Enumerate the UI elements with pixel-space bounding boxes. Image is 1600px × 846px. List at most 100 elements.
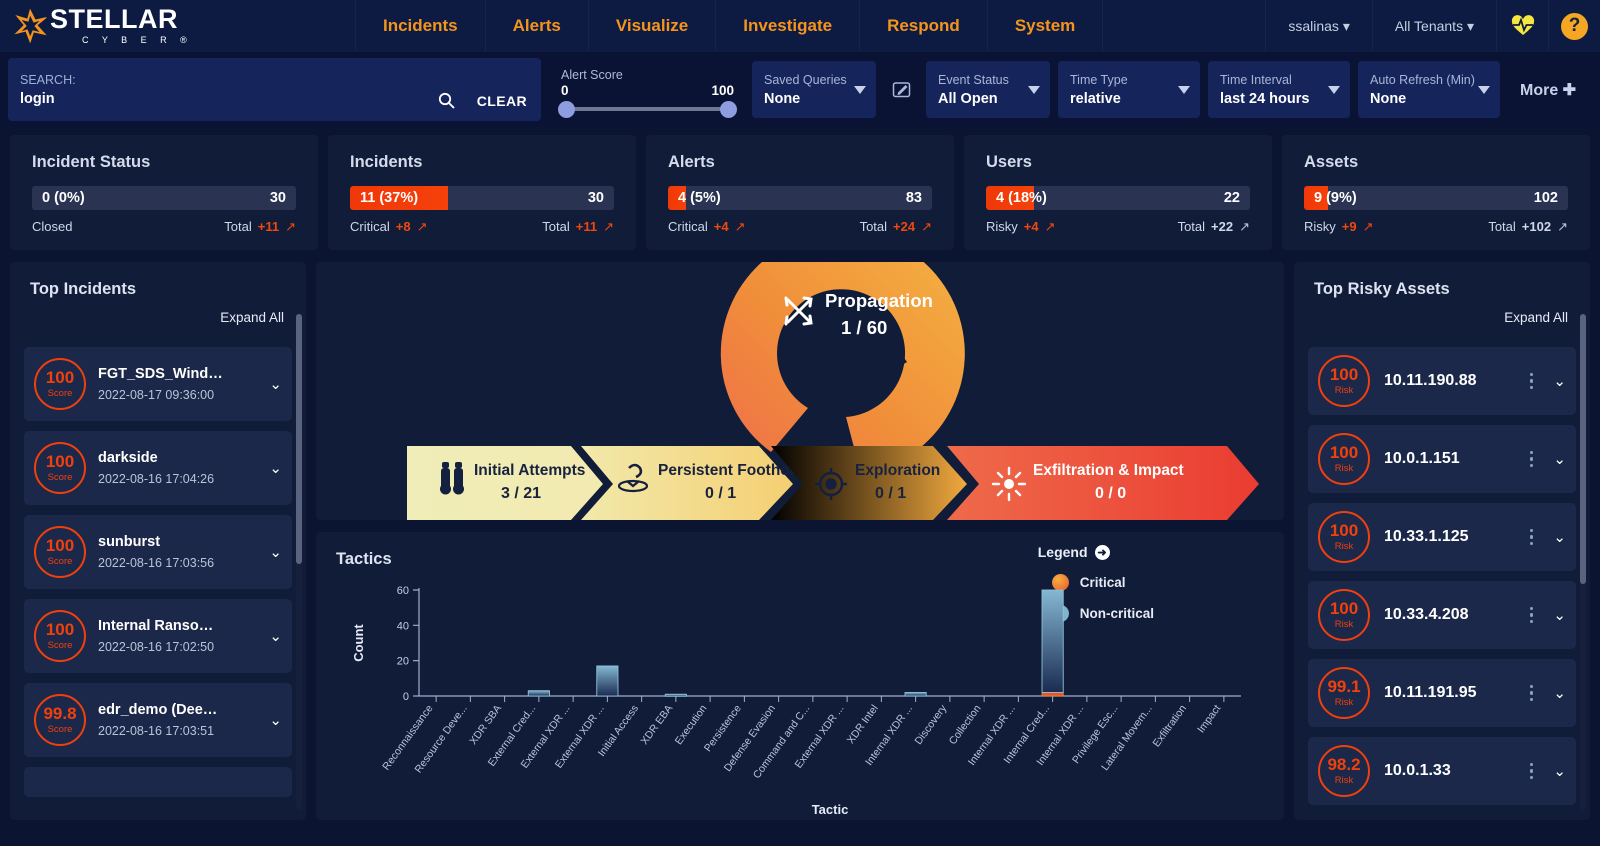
tenant-menu[interactable]: All Tenants ▾ <box>1371 0 1496 52</box>
chevron-down-icon[interactable]: ⌄ <box>1545 684 1566 702</box>
chevron-down-icon[interactable] <box>854 85 866 94</box>
asset-list-item[interactable]: 98.2 Risk 10.0.1.33 ⌄ <box>1308 737 1576 805</box>
top-incidents-list[interactable]: 100 Score FGT_SDS_Wind… 2022-08-17 09:36… <box>10 347 306 820</box>
alert-score-min-handle[interactable] <box>558 100 575 118</box>
user-menu[interactable]: ssalinas ▾ <box>1265 0 1372 52</box>
kpi-card-incidents[interactable]: Incidents 11 (37%) 30 Critical +8 ↗ Tota… <box>328 135 636 250</box>
incident-list-item[interactable]: 100 Score darkside 2022-08-16 17:04:26 ⌄ <box>24 431 292 505</box>
chevron-down-icon[interactable]: ⌄ <box>1545 762 1566 780</box>
incident-score-value: 100 <box>45 452 75 471</box>
nav-item-system[interactable]: System <box>988 0 1104 52</box>
trend-up-icon: ↗ <box>1557 219 1568 234</box>
incident-list-item[interactable]: 99.8 Score edr_demo (Dee… 2022-08-16 17:… <box>24 683 292 757</box>
kpi-card-assets[interactable]: Assets 9 (9%) 102 Risky +9 ↗ Total +102 … <box>1282 135 1590 250</box>
main-nav-items: Incidents Alerts Visualize Investigate R… <box>355 0 1104 52</box>
x-tick-label: Impact <box>1195 703 1223 736</box>
bar-segment-noncritical[interactable] <box>596 665 619 697</box>
bar-segment-noncritical[interactable] <box>664 693 687 697</box>
alert-score-filter[interactable]: Alert Score 0 100 <box>549 58 744 121</box>
kpi-card-users[interactable]: Users 4 (18%) 22 Risky +4 ↗ Total +22 ↗ <box>964 135 1272 250</box>
kpi-3-footer-right: Total +22 ↗ <box>1178 219 1250 234</box>
chevron-down-icon[interactable]: ⌄ <box>1545 606 1566 624</box>
top-incidents-panel: Top Incidents Expand All 100 Score FGT_S… <box>10 262 306 820</box>
incident-list-item[interactable]: 100 Score Internal Ranso… 2022-08-16 17:… <box>24 599 292 673</box>
asset-list-item[interactable]: 100 Risk 10.0.1.151 ⌄ <box>1308 425 1576 493</box>
chevron-down-icon[interactable] <box>1028 85 1040 94</box>
top-risky-assets-list[interactable]: 100 Risk 10.11.190.88 ⌄ 100 Risk 10.0.1.… <box>1294 347 1590 820</box>
incident-list-item[interactable]: 100 Score sunburst 2022-08-16 17:03:56 ⌄ <box>24 515 292 589</box>
clear-search-button[interactable]: CLEAR <box>477 93 527 109</box>
bar-segment-noncritical[interactable] <box>904 692 927 697</box>
stage-persistent-foothold[interactable]: Persistent Foothold 0 / 1 <box>581 446 804 520</box>
nav-item-respond[interactable]: Respond <box>860 0 988 52</box>
brand-logo[interactable]: STELLAR C Y B E R ® <box>0 6 215 45</box>
auto-refresh-dropdown[interactable]: Auto Refresh (Min) None <box>1358 61 1500 118</box>
time-interval-dropdown[interactable]: Time Interval last 24 hours <box>1208 61 1350 118</box>
asset-actions-menu-icon[interactable] <box>1518 762 1546 780</box>
asset-risk-value: 98.2 <box>1327 755 1361 774</box>
chevron-down-icon[interactable]: ⌄ <box>1545 450 1566 468</box>
search-icon[interactable] <box>438 92 455 109</box>
chevron-down-icon[interactable]: ⌄ <box>261 627 282 645</box>
asset-risk-ring: 100 Risk <box>1318 355 1370 407</box>
nav-item-investigate[interactable]: Investigate <box>716 0 861 52</box>
chevron-down-icon[interactable] <box>1178 85 1190 94</box>
legend-title[interactable]: Legend ➜ <box>1038 544 1154 560</box>
chevron-down-icon[interactable]: ⌄ <box>1545 528 1566 546</box>
asset-list-item[interactable]: 100 Risk 10.11.190.88 ⌄ <box>1308 347 1576 415</box>
top-assets-expand-all[interactable]: Expand All <box>1504 310 1568 325</box>
kpi-4-left-label: Risky <box>1304 219 1336 234</box>
kpi-4-footer-right: Total +102 ↗ <box>1488 219 1568 234</box>
stage-initial-attempts[interactable]: Initial Attempts 3 / 21 <box>407 446 603 520</box>
bar-segment-noncritical[interactable] <box>1041 589 1064 693</box>
incident-timestamp: 2022-08-16 17:02:50 <box>98 640 215 654</box>
asset-list-item[interactable]: 100 Risk 10.33.1.125 ⌄ <box>1308 503 1576 571</box>
kpi-card-alerts[interactable]: Alerts 4 (5%) 83 Critical +4 ↗ Total +24… <box>646 135 954 250</box>
chevron-down-icon[interactable]: ⌄ <box>1545 372 1566 390</box>
brand-name: STELLAR <box>50 4 178 34</box>
legend-expand-icon[interactable]: ➜ <box>1094 544 1110 560</box>
asset-actions-menu-icon[interactable] <box>1518 606 1546 624</box>
more-filters-button[interactable]: More ✚ <box>1520 80 1576 100</box>
chevron-down-icon[interactable]: ⌄ <box>261 711 282 729</box>
bar-segment-critical[interactable] <box>1041 692 1064 697</box>
asset-actions-menu-icon[interactable] <box>1518 528 1546 546</box>
y-axis-title: Count <box>351 624 366 662</box>
kpi-card-incident-status[interactable]: Incident Status 0 (0%) 30 Closed Total +… <box>10 135 318 250</box>
help-button[interactable]: ? <box>1548 0 1600 52</box>
edit-query-button[interactable] <box>884 80 918 99</box>
search-box[interactable]: SEARCH: login CLEAR <box>8 58 541 121</box>
asset-list-item[interactable]: 100 Risk 10.33.4.208 ⌄ <box>1308 581 1576 649</box>
asset-list-item[interactable]: 99.1 Risk 10.11.191.95 ⌄ <box>1308 659 1576 727</box>
chevron-down-icon[interactable]: ⌄ <box>261 543 282 561</box>
stage-1-value: 0 / 1 <box>705 485 736 502</box>
asset-actions-menu-icon[interactable] <box>1518 684 1546 702</box>
time-type-dropdown[interactable]: Time Type relative <box>1058 61 1200 118</box>
nav-item-visualize[interactable]: Visualize <box>589 0 717 52</box>
event-status-dropdown[interactable]: Event Status All Open <box>926 61 1050 118</box>
chevron-down-icon[interactable]: ⌄ <box>261 459 282 477</box>
alert-score-slider[interactable] <box>558 100 737 118</box>
nav-item-incidents[interactable]: Incidents <box>355 0 486 52</box>
kpi-2-bar-right-value: 83 <box>905 190 922 206</box>
propagation-name: Propagation <box>825 290 933 311</box>
heart-pulse-icon <box>1511 15 1534 35</box>
asset-actions-menu-icon[interactable] <box>1518 372 1546 390</box>
alert-score-max-handle[interactable] <box>720 100 737 118</box>
bar-segment-noncritical[interactable] <box>527 690 550 697</box>
system-health-button[interactable] <box>1496 0 1548 52</box>
chevron-down-icon[interactable]: ⌄ <box>261 375 282 393</box>
kpi-4-left-delta: +9 <box>1341 219 1357 234</box>
chevron-down-icon[interactable] <box>1478 85 1490 94</box>
nav-item-alerts[interactable]: Alerts <box>486 0 589 52</box>
stage-exploration[interactable]: Exploration 0 / 1 <box>771 446 967 520</box>
incident-list-item[interactable]: 100 Score FGT_SDS_Wind… 2022-08-17 09:36… <box>24 347 292 421</box>
asset-actions-menu-icon[interactable] <box>1518 450 1546 468</box>
incident-list-item[interactable] <box>24 767 292 797</box>
stage-exfiltration-impact[interactable]: Exfiltration & Impact 0 / 0 <box>947 446 1259 520</box>
top-incidents-expand-all[interactable]: Expand All <box>220 310 284 325</box>
tactics-bar-chart[interactable]: 0204060CountReconnaissanceResource Deve.… <box>316 580 1284 820</box>
saved-queries-dropdown[interactable]: Saved Queries None <box>752 61 876 118</box>
auto-refresh-value: None <box>1370 90 1407 107</box>
chevron-down-icon[interactable] <box>1328 85 1340 94</box>
